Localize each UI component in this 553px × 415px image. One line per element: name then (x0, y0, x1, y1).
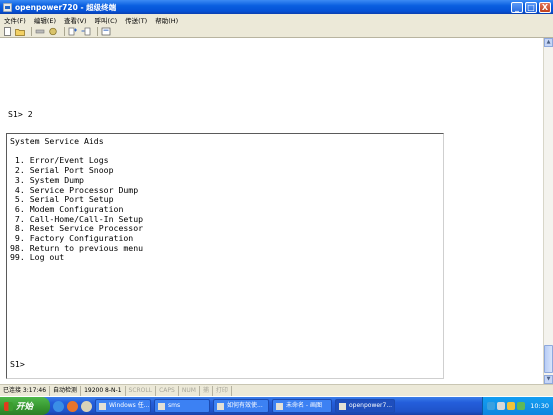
desktop-quicklaunch-icon[interactable] (81, 400, 92, 412)
receive-file-icon[interactable] (81, 27, 91, 36)
menu-edit[interactable]: 编辑(E) (30, 15, 60, 25)
hyperterminal-icon (3, 2, 12, 12)
folder-icon (158, 402, 165, 410)
status-baud: 19200 8-N-1 (81, 385, 126, 396)
menu-bar: 文件(F) 编辑(E) 查看(V) 呼叫(C) 传送(T) 帮助(H) (0, 14, 553, 25)
status-bar: 已连接 3:17:46 自动检测 19200 8-N-1 SCROLL CAPS… (0, 384, 553, 396)
terminal-prompt-top: S1> 2 (8, 109, 33, 119)
security-icon[interactable] (507, 402, 516, 410)
menu-view[interactable]: 查看(V) (60, 15, 91, 25)
minimize-button[interactable]: _ (511, 1, 523, 13)
status-connection-time: 已连接 3:17:46 (0, 385, 51, 396)
taskbar: 开始 Windows 任... sms 如何有效使... 未命名 - 画图 op… (0, 397, 553, 415)
toolbar-separator (97, 26, 98, 36)
scroll-down-icon[interactable]: ▼ (544, 375, 553, 384)
panel-title: System Service Aids (10, 136, 104, 146)
system-tray: 10:30 (482, 397, 553, 415)
menu-call[interactable]: 呼叫(C) (91, 15, 122, 25)
menu-transfer[interactable]: 传送(T) (121, 15, 151, 25)
menu-file[interactable]: 文件(F) (0, 15, 30, 25)
status-num: NUM (179, 385, 200, 396)
properties-icon[interactable] (101, 27, 111, 36)
start-label: 开始 (16, 402, 34, 412)
title-bar[interactable]: openpower720 - 超级终端 _ □ X (0, 0, 553, 14)
document-icon (217, 402, 224, 410)
connect-icon[interactable] (48, 27, 58, 36)
status-auto-detect: 自动检测 (50, 385, 82, 396)
hyperterminal-icon (339, 402, 346, 410)
status-capture: 捕 (200, 385, 213, 396)
open-icon[interactable] (15, 27, 25, 36)
clock[interactable]: 10:30 (530, 402, 549, 410)
terminal-area[interactable]: S1> 2 System Service Aids 1. Error/Event… (0, 38, 543, 384)
terminal-prompt-bottom: S1> (10, 359, 25, 369)
network-icon[interactable] (487, 402, 496, 410)
start-button[interactable]: 开始 (0, 397, 50, 415)
update-icon[interactable] (517, 402, 526, 410)
toolbar-separator (31, 26, 32, 36)
close-button[interactable]: X (539, 1, 551, 13)
maximize-button[interactable]: □ (525, 1, 537, 13)
status-caps: CAPS (156, 385, 179, 396)
volume-icon[interactable] (497, 402, 506, 410)
scroll-up-icon[interactable]: ▲ (544, 38, 553, 47)
task-paint[interactable]: 未命名 - 画图 (272, 399, 332, 413)
service-aids-panel: System Service Aids 1. Error/Event Logs … (6, 133, 444, 379)
new-connection-icon[interactable] (2, 26, 12, 36)
menu-option-log-out: 99. Log out (10, 252, 65, 263)
task-how-to-use[interactable]: 如何有效使... (213, 399, 269, 413)
scrollbar-thumb[interactable] (544, 345, 553, 373)
window-title: openpower720 - 超级终端 (15, 2, 117, 12)
windows-flag-icon (4, 401, 13, 411)
disconnect-icon[interactable] (35, 27, 45, 36)
paint-icon (276, 402, 283, 410)
task-windows-task-manager[interactable]: Windows 任... (95, 399, 151, 413)
toolbar-separator (64, 26, 65, 36)
task-sms[interactable]: sms (154, 399, 210, 413)
task-openpower-terminal[interactable]: openpower7... (335, 399, 395, 413)
task-manager-icon (99, 402, 106, 410)
media-quicklaunch-icon[interactable] (67, 400, 78, 412)
menu-help[interactable]: 帮助(H) (151, 15, 182, 25)
send-file-icon[interactable] (68, 27, 78, 36)
status-scroll: SCROLL (126, 385, 157, 396)
status-print: 打印 (213, 385, 232, 396)
ie-quicklaunch-icon[interactable] (53, 400, 64, 412)
toolbar (0, 25, 553, 38)
vertical-scrollbar[interactable]: ▲ ▼ (543, 38, 553, 384)
